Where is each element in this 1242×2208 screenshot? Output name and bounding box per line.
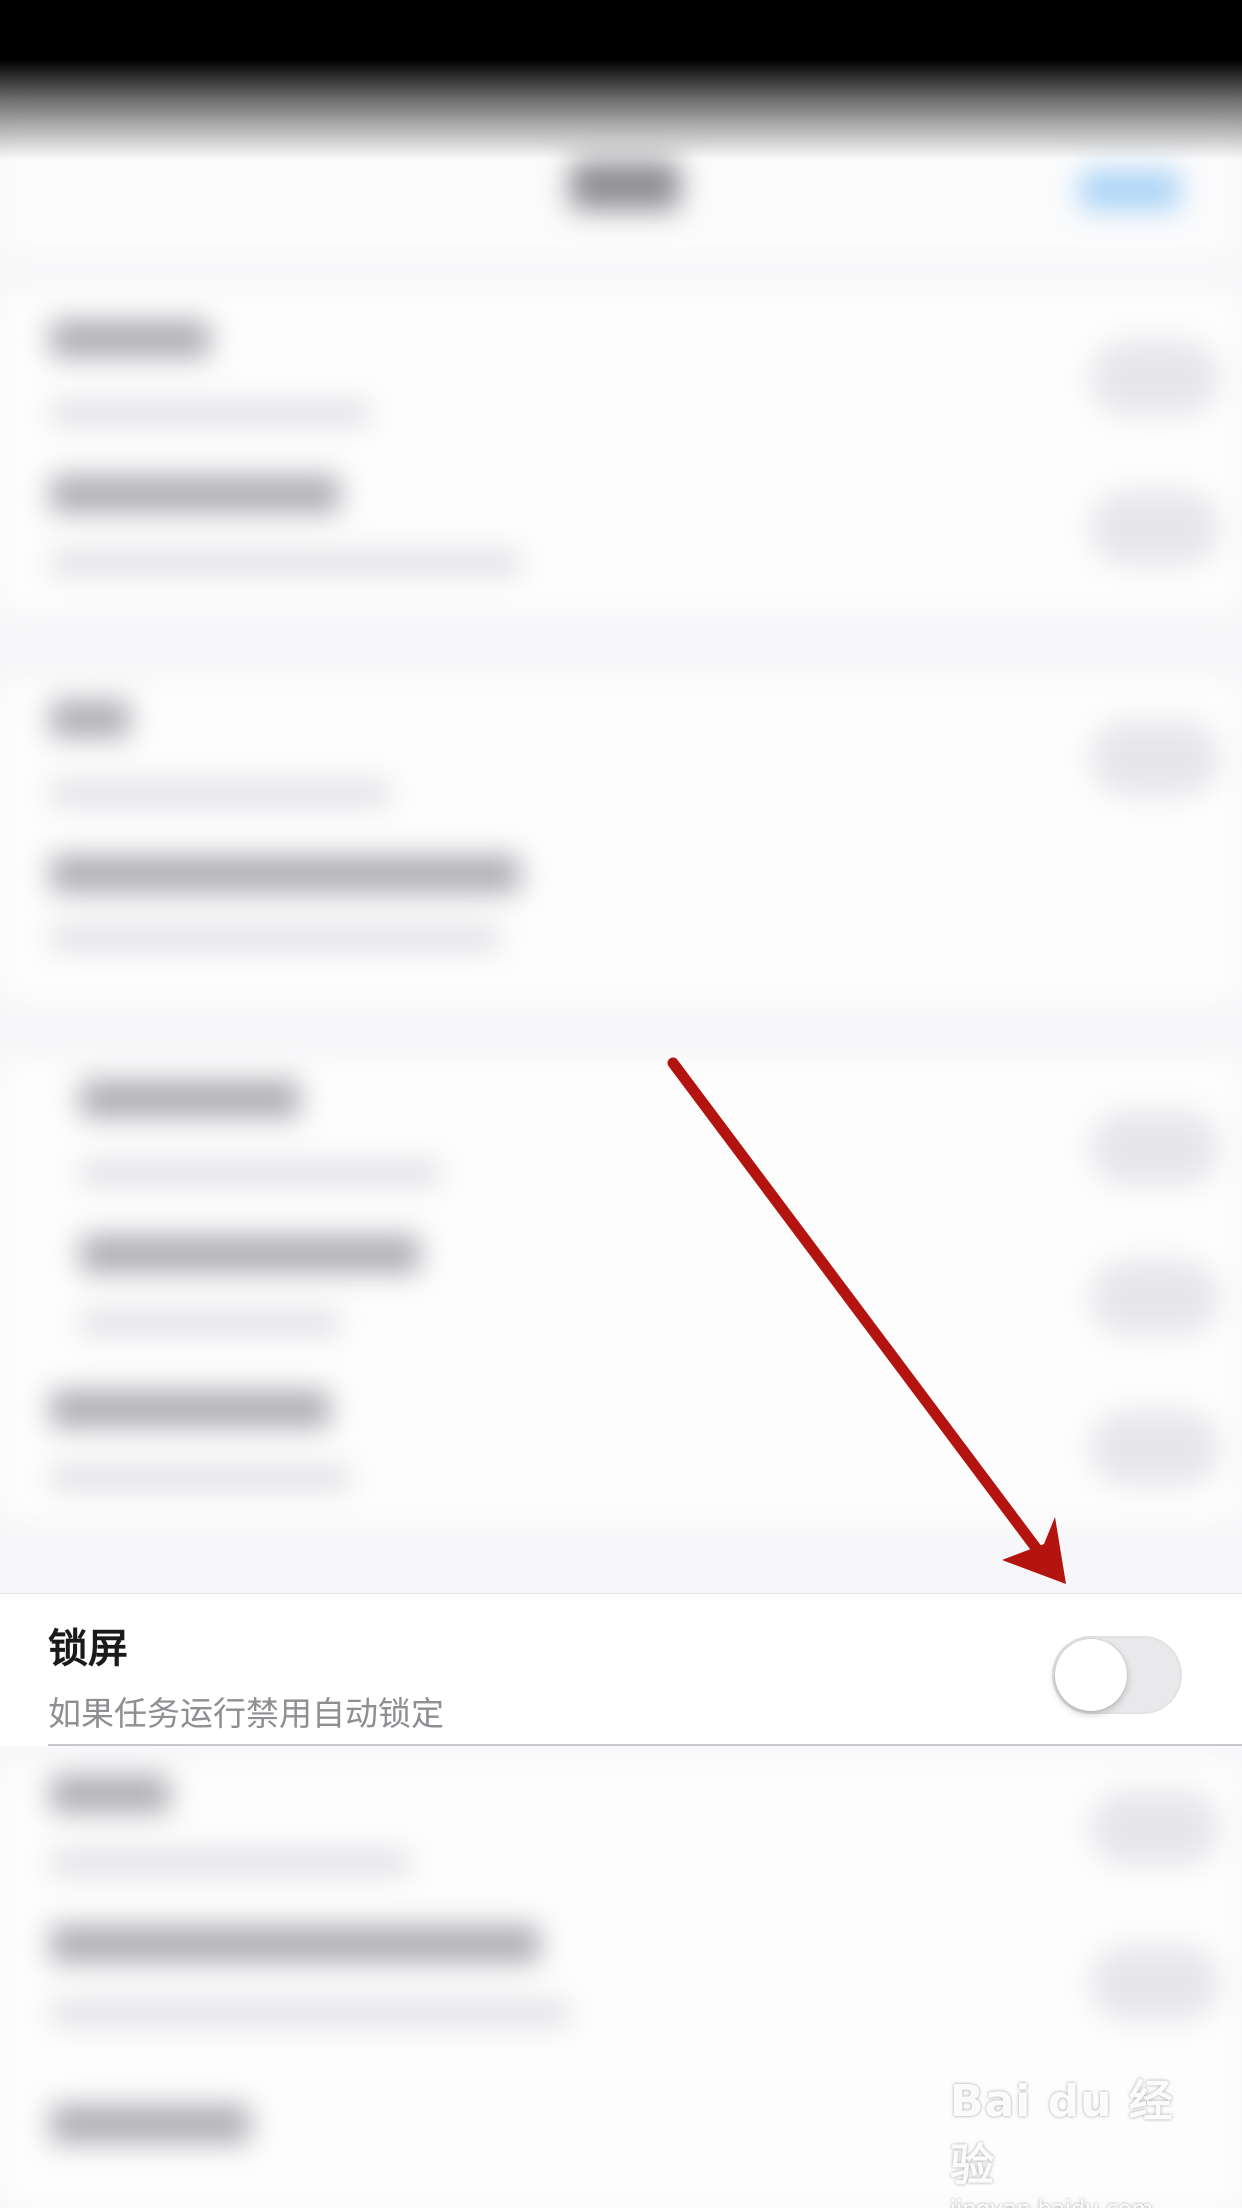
blurred-row-subtitle (50, 1850, 410, 1876)
blurred-background (0, 0, 1242, 2208)
blurred-row-title (80, 1080, 300, 1118)
row-divider (48, 1744, 1242, 1746)
toggle-knob (1055, 1639, 1127, 1711)
blurred-row-subtitle (80, 1160, 440, 1186)
blurred-row-subtitle (50, 925, 500, 951)
blurred-toggle (1090, 1790, 1220, 1866)
blurred-row-subtitle (50, 400, 370, 426)
blurred-row-subtitle (50, 780, 390, 806)
blurred-row-title (50, 855, 520, 893)
blurred-row-title (50, 475, 340, 513)
baidu-watermark: Bai du 经验 jingyan.baidu.com (950, 2065, 1190, 2208)
blurred-toggle (1090, 490, 1220, 566)
blurred-nav-button (1080, 170, 1180, 210)
watermark-url: jingyan.baidu.com (950, 2197, 1190, 2208)
blurred-nav-title (570, 160, 680, 210)
blurred-row-title (50, 2105, 250, 2143)
blurred-toggle (1090, 340, 1220, 416)
blurred-toggle (1090, 1260, 1220, 1336)
blurred-row-subtitle (50, 2000, 570, 2026)
blurred-row-title (50, 320, 210, 358)
blurred-row-subtitle (50, 1465, 350, 1491)
lock-screen-toggle[interactable] (1052, 1636, 1182, 1714)
blurred-row-title (50, 700, 130, 738)
status-bar-shade (0, 0, 1242, 160)
blurred-row-title (50, 1925, 540, 1963)
blurred-toggle (1090, 1410, 1220, 1486)
blurred-row-subtitle (80, 1310, 340, 1336)
lock-screen-setting-row[interactable]: 锁屏 如果任务运行禁用自动锁定 (0, 1593, 1242, 1746)
blurred-row-title (80, 1235, 420, 1273)
setting-title: 锁屏 (48, 1626, 128, 1672)
blurred-row-title (50, 1390, 330, 1428)
blurred-toggle (1090, 1110, 1220, 1186)
blurred-toggle (1090, 1945, 1220, 2021)
blurred-row-title (50, 1775, 170, 1813)
settings-screen: 锁屏 如果任务运行禁用自动锁定 Bai du 经验 jingyan.baidu.… (0, 0, 1242, 2208)
blurred-toggle (1090, 720, 1220, 796)
setting-subtitle: 如果任务运行禁用自动锁定 (48, 1694, 444, 1733)
watermark-brand: Bai du 经验 (950, 2076, 1174, 2191)
blurred-group-2 (0, 680, 1242, 1000)
blurred-group-3 (0, 1060, 1242, 1520)
blurred-row-subtitle (50, 550, 520, 576)
